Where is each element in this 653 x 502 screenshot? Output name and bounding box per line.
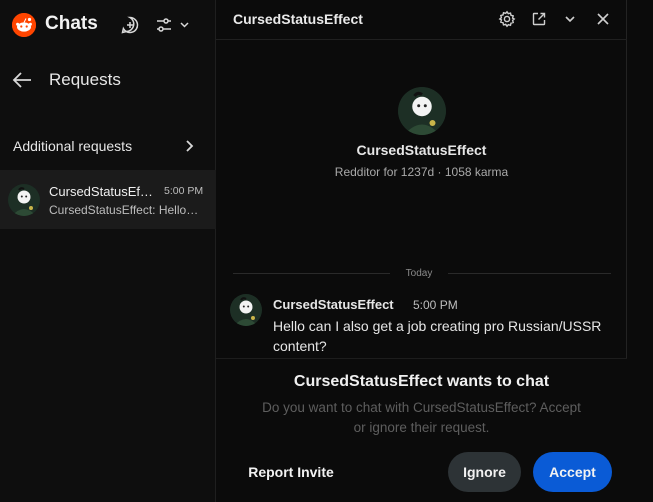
new-chat-icon[interactable] [118,13,142,37]
accept-button[interactable]: Accept [533,452,612,492]
chat-list-item[interactable]: CursedStatusEffect 5:00 PM CursedStatusE… [0,170,216,229]
message-text: Hello can I also get a job creating pro … [273,318,602,354]
chats-title: Chats [45,13,98,34]
report-invite-button[interactable]: Report Invite [230,452,352,492]
avatar [8,184,40,216]
divider [448,273,611,274]
chat-request-panel: CursedStatusEffect wants to chat Do you … [216,358,627,502]
avatar[interactable] [230,294,262,326]
message-author[interactable]: CursedStatusEffect [273,297,394,312]
date-divider-label: Today [405,268,433,279]
chevron-down-icon[interactable] [561,10,579,28]
filter-icon[interactable] [154,13,192,37]
reddit-logo-icon [12,13,36,37]
chat-list-panel: Chats Requests Additional requests Curse… [0,0,216,502]
chat-title: CursedStatusEffect [233,11,363,27]
divider [233,273,390,274]
chat-item-name: CursedStatusEffect [49,184,153,199]
requests-header: Requests [0,60,216,100]
ignore-button[interactable]: Ignore [448,452,521,492]
back-arrow-icon[interactable] [10,68,34,92]
close-icon[interactable] [594,10,612,28]
chat-window: CursedStatusEffect CursedStatusEffect Re… [216,0,627,502]
profile-avatar[interactable] [398,87,446,135]
chat-item-time: 5:00 PM [164,185,204,197]
chat-item-preview: CursedStatusEffect: Hello can I also get… [49,203,199,217]
chat-list-header: Chats [0,0,216,50]
chevron-right-icon [182,138,198,154]
request-title: CursedStatusEffect wants to chat [293,373,550,390]
popout-icon[interactable] [530,10,548,28]
additional-requests-link[interactable]: Additional requests [0,128,216,164]
additional-requests-label: Additional requests [13,138,133,154]
request-description: Do you want to chat with CursedStatusEff… [262,400,581,435]
profile-meta: Redditor for 1237d · 1058 karma [334,165,509,179]
message-time: 5:00 PM [413,298,458,312]
page-background [628,0,653,502]
chat-header: CursedStatusEffect [216,0,627,40]
requests-title: Requests [49,70,121,89]
gear-icon[interactable] [498,10,516,28]
profile-name[interactable]: CursedStatusEffect [216,142,627,158]
